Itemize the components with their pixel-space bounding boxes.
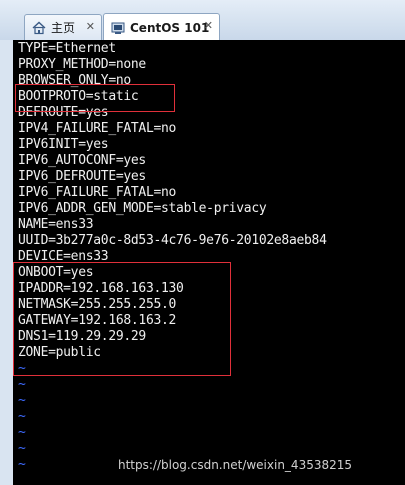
empty-line-marker: ~ — [18, 425, 26, 440]
config-line: IPV4_FAILURE_FATAL=no — [18, 121, 177, 136]
vm-terminal-icon — [110, 20, 126, 36]
config-line: UUID=3b277a0c-8d53-4c76-9e76-20102e8aeb8… — [18, 233, 327, 248]
config-line: IPV6_DEFROUTE=yes — [18, 169, 146, 184]
tab-home[interactable]: 主页 ✕ — [24, 14, 102, 40]
config-line: NAME=ens33 — [18, 217, 94, 232]
config-line: PROXY_METHOD=none — [18, 57, 146, 72]
config-line: IPV6INIT=yes — [18, 137, 109, 152]
bootproto-highlight-box — [15, 84, 175, 112]
config-line: IPV6_AUTOCONF=yes — [18, 153, 146, 168]
empty-line-marker: ~ — [18, 377, 26, 392]
network-settings-highlight-box — [13, 262, 231, 376]
empty-line-marker: ~ — [18, 457, 26, 472]
tab-bar: 主页 ✕ CentOS 101 ✕ — [0, 0, 405, 41]
empty-line-marker: ~ — [18, 409, 26, 424]
tab-centos-101[interactable]: CentOS 101 ✕ — [103, 13, 220, 41]
config-line: IPV6_ADDR_GEN_MODE=stable-privacy — [18, 201, 267, 216]
tab-centos-101-close-icon[interactable]: ✕ — [204, 19, 213, 32]
empty-line-marker: ~ — [18, 441, 26, 456]
tab-centos-101-label: CentOS 101 — [130, 20, 210, 35]
config-line: IPV6_FAILURE_FATAL=no — [18, 185, 177, 200]
tab-home-label: 主页 — [51, 21, 76, 35]
watermark: https://blog.csdn.net/weixin_43538215 — [118, 458, 353, 472]
empty-line-marker: ~ — [18, 393, 26, 408]
config-line: TYPE=Ethernet — [18, 41, 116, 56]
tab-home-close-icon[interactable]: ✕ — [86, 20, 95, 33]
home-icon — [31, 20, 47, 36]
